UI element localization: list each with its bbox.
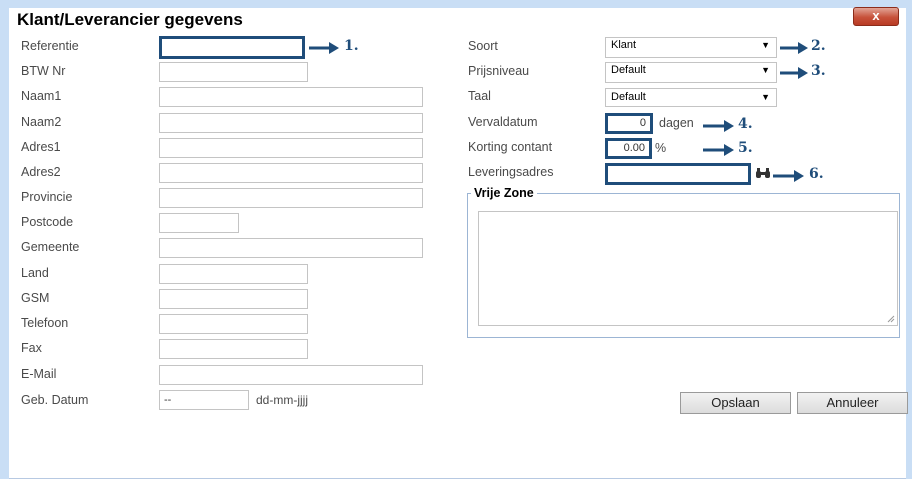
- naam1-input[interactable]: [159, 87, 423, 107]
- email-input[interactable]: [159, 365, 423, 385]
- label-korting-contant: Korting contant: [468, 140, 553, 154]
- telefoon-input[interactable]: [159, 314, 308, 334]
- leveringsadres-input[interactable]: [605, 163, 751, 185]
- gsm-input[interactable]: [159, 289, 308, 309]
- label-gsm: GSM: [21, 291, 50, 305]
- annotation-number-6: 6.: [809, 166, 824, 182]
- dialog-title: Klant/Leverancier gegevens: [17, 10, 243, 29]
- label-adres2: Adres2: [21, 165, 61, 179]
- label-fax: Fax: [21, 341, 42, 355]
- close-button[interactable]: x: [853, 7, 899, 26]
- fax-input[interactable]: [159, 339, 308, 359]
- geb-datum-input[interactable]: --: [159, 390, 249, 410]
- gemeente-input[interactable]: [159, 238, 423, 258]
- arrow-right-icon: [703, 144, 734, 156]
- land-input[interactable]: [159, 264, 308, 284]
- vervaldatum-unit: dagen: [659, 116, 694, 130]
- arrow-right-icon: [309, 42, 339, 54]
- label-prijsniveau: Prijsniveau: [468, 64, 530, 78]
- annotation-number-1: 1.: [344, 38, 359, 54]
- korting-unit: %: [655, 141, 667, 155]
- label-taal: Taal: [468, 89, 491, 103]
- soort-select[interactable]: Klant ▼: [605, 37, 777, 58]
- taal-select[interactable]: Default ▼: [605, 88, 777, 107]
- annotation-arrow-5: 5.: [703, 140, 758, 162]
- vrije-zone-legend: Vrije Zone: [471, 186, 537, 200]
- label-postcode: Postcode: [21, 215, 74, 229]
- btw-nr-input[interactable]: [159, 62, 308, 82]
- annotation-arrow-1: 1.: [309, 38, 369, 60]
- soort-value: Klant: [611, 39, 637, 51]
- referentie-input[interactable]: [159, 36, 305, 59]
- adres2-input[interactable]: [159, 163, 423, 183]
- chevron-down-icon: ▼: [761, 40, 770, 50]
- vrije-zone-textarea[interactable]: [478, 211, 898, 326]
- annotation-number-4: 4.: [738, 116, 753, 132]
- chevron-down-icon: ▼: [761, 65, 770, 75]
- label-geb-datum: Geb. Datum: [21, 393, 89, 407]
- window-frame-left: [0, 0, 9, 479]
- arrow-right-icon: [773, 170, 804, 182]
- save-button[interactable]: Opslaan: [680, 392, 791, 414]
- arrow-right-icon: [780, 42, 808, 54]
- prijsniveau-value: Default: [611, 64, 646, 76]
- arrow-right-icon: [703, 120, 734, 132]
- annotation-number-2: 2.: [811, 38, 826, 54]
- annotation-number-3: 3.: [811, 63, 826, 79]
- naam2-input[interactable]: [159, 113, 423, 133]
- taal-value: Default: [611, 91, 646, 103]
- label-referentie: Referentie: [21, 39, 79, 53]
- cancel-button[interactable]: Annuleer: [797, 392, 908, 414]
- label-adres1: Adres1: [21, 140, 61, 154]
- prijsniveau-select[interactable]: Default ▼: [605, 62, 777, 83]
- label-land: Land: [21, 266, 49, 280]
- window-frame-top: [0, 0, 912, 8]
- adres1-input[interactable]: [159, 138, 423, 158]
- korting-contant-input[interactable]: 0.00: [605, 138, 652, 159]
- resize-grip-icon[interactable]: [887, 315, 895, 323]
- provincie-input[interactable]: [159, 188, 423, 208]
- annotation-arrow-4: 4.: [703, 116, 758, 138]
- label-provincie: Provincie: [21, 190, 73, 204]
- label-naam1: Naam1: [21, 89, 62, 103]
- label-gemeente: Gemeente: [21, 240, 80, 254]
- label-leveringsadres: Leveringsadres: [468, 165, 554, 179]
- postcode-input[interactable]: [159, 213, 239, 233]
- label-btw-nr: BTW Nr: [21, 64, 66, 78]
- binoculars-icon[interactable]: [755, 166, 771, 178]
- label-email: E-Mail: [21, 367, 57, 381]
- label-naam2: Naam2: [21, 115, 62, 129]
- annotation-arrow-2: 2.: [780, 38, 830, 60]
- arrow-right-icon: [780, 67, 808, 79]
- annotation-arrow-6: 6.: [773, 166, 833, 188]
- label-vervaldatum: Vervaldatum: [468, 115, 538, 129]
- label-telefoon: Telefoon: [21, 316, 69, 330]
- date-format-hint: dd-mm-jjjj: [256, 393, 308, 407]
- vervaldatum-input[interactable]: 0: [605, 113, 653, 134]
- chevron-down-icon: ▼: [761, 92, 770, 102]
- annotation-arrow-3: 3.: [780, 63, 830, 85]
- annotation-number-5: 5.: [738, 140, 753, 156]
- label-soort: Soort: [468, 39, 498, 53]
